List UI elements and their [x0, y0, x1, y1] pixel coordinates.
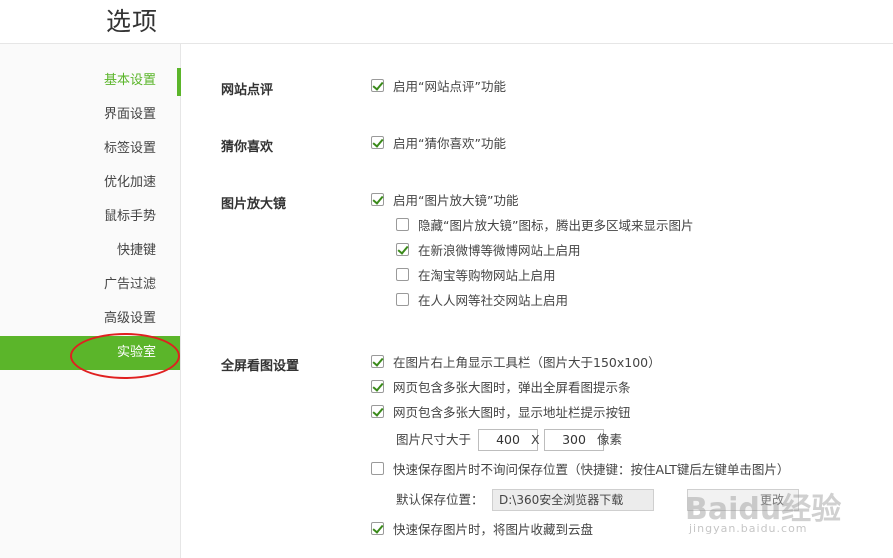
checkbox[interactable]	[396, 293, 409, 306]
sidebar-item-shortcuts[interactable]: 快捷键	[0, 234, 180, 268]
sidebar-item-basic[interactable]: 基本设置	[0, 64, 181, 98]
option-label: 在图片右上角显示工具栏（图片大于150x100）	[393, 355, 661, 370]
sidebar-item-label: 优化加速	[103, 175, 156, 190]
checkbox[interactable]	[371, 462, 384, 475]
checkbox[interactable]	[371, 79, 384, 92]
image-height-input[interactable]: 300	[544, 429, 604, 451]
sidebar: 基本设置 界面设置 标签设置 优化加速 鼠标手势 快捷键 广告过滤 高级设置 实…	[0, 44, 181, 558]
checkbox[interactable]	[396, 243, 409, 256]
option-label: 网页包含多张大图时，弹出全屏看图提示条	[393, 380, 631, 395]
sidebar-item-mouse-gestures[interactable]: 鼠标手势	[0, 200, 180, 234]
sidebar-item-optimize[interactable]: 优化加速	[0, 166, 180, 200]
section-title-site-review: 网站点评	[221, 83, 274, 98]
sidebar-item-ad-filter[interactable]: 广告过滤	[0, 268, 180, 302]
sidebar-item-interface[interactable]: 界面设置	[0, 98, 180, 132]
watermark-url: jingyan.baidu.com	[689, 522, 808, 535]
image-size-label: 图片尺寸大于	[396, 432, 472, 447]
option-label: 在淘宝等购物网站上启用	[418, 268, 556, 283]
section-title-magnifier: 图片放大镜	[221, 197, 287, 212]
sidebar-item-label: 快捷键	[116, 243, 156, 258]
settings-content: 网站点评 启用“网站点评”功能 猜你喜欢 启用“猜你喜欢”功能 图片放大镜 启用…	[181, 44, 893, 558]
section-title-fullscreen: 全屏看图设置	[221, 359, 300, 374]
option-label: 隐藏“图片放大镜”图标，腾出更多区域来显示图片	[418, 218, 694, 233]
sidebar-item-advanced[interactable]: 高级设置	[0, 302, 180, 336]
save-path-input[interactable]: D:\360安全浏览器下载	[492, 489, 654, 511]
checkbox[interactable]	[371, 405, 384, 418]
sidebar-item-label: 标签设置	[103, 141, 156, 156]
sidebar-item-tabs[interactable]: 标签设置	[0, 132, 180, 166]
option-label: 快速保存图片时不询问保存位置（快捷键：按住ALT键后左键单击图片）	[393, 462, 790, 477]
sidebar-item-label: 高级设置	[103, 311, 156, 326]
option-label: 启用“图片放大镜”功能	[393, 193, 519, 208]
times-sign: X	[531, 432, 540, 447]
sidebar-item-label: 广告过滤	[103, 277, 156, 292]
option-label: 在人人网等社交网站上启用	[418, 293, 569, 308]
section-title-guess-like: 猜你喜欢	[221, 140, 274, 155]
red-circle-annotation	[70, 333, 180, 379]
option-label: 网页包含多张大图时，显示地址栏提示按钮	[393, 405, 631, 420]
option-label: 在新浪微博等微博网站上启用	[418, 243, 581, 258]
page-title: 选项	[106, 7, 159, 36]
option-label: 快速保存图片时，将图片收藏到云盘	[393, 522, 594, 537]
baidu-watermark: Baidu经验 jingyan.baidu.com	[685, 484, 845, 540]
checkbox[interactable]	[396, 218, 409, 231]
save-location-label: 默认保存位置：	[396, 492, 484, 507]
sidebar-item-label: 界面设置	[103, 107, 156, 122]
checkbox[interactable]	[371, 380, 384, 393]
sidebar-item-label: 鼠标手势	[103, 209, 156, 224]
image-width-input[interactable]: 400	[478, 429, 538, 451]
option-label: 启用“猜你喜欢”功能	[393, 136, 506, 151]
checkbox[interactable]	[371, 522, 384, 535]
checkbox[interactable]	[371, 193, 384, 206]
pixel-unit-label: 像素	[597, 432, 623, 447]
checkbox[interactable]	[371, 355, 384, 368]
checkbox[interactable]	[396, 268, 409, 281]
sidebar-item-label: 基本设置	[103, 73, 156, 88]
header: 选项	[0, 0, 893, 44]
checkbox[interactable]	[371, 136, 384, 149]
option-label: 启用“网站点评”功能	[393, 79, 506, 94]
